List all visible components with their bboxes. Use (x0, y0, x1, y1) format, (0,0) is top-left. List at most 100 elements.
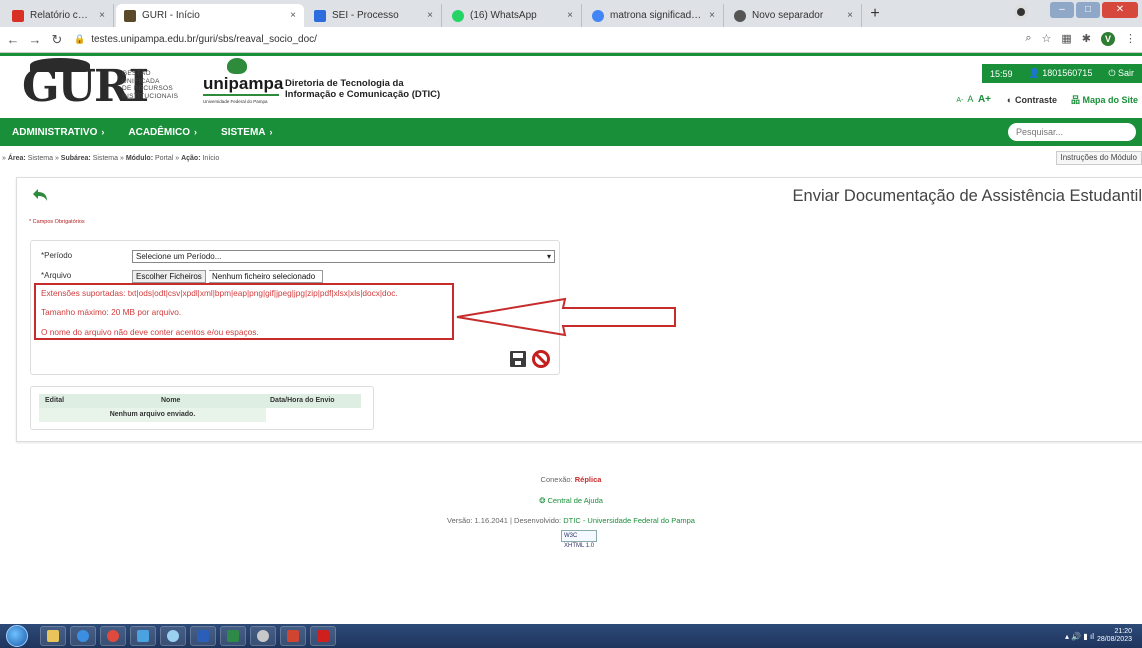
folder-icon (47, 630, 59, 642)
close-icon[interactable]: × (290, 10, 296, 21)
whatsapp-icon (452, 9, 464, 22)
main-menu: ADMINISTRATIVO › ACADÊMICO › SISTEMA › (0, 118, 1142, 146)
taskbar-app9[interactable] (280, 626, 306, 646)
reload-icon[interactable]: ↻ (48, 32, 66, 48)
taskbar-media[interactable] (130, 626, 156, 646)
breadcrumb: » Área: Sistema » Subárea: Sistema » Mód… (2, 155, 220, 162)
start-button[interactable] (6, 625, 28, 647)
back-arrow-icon[interactable]: ← (4, 32, 22, 47)
session-bar: 15:59 👤 1801560715 ⏻ Sair (982, 64, 1142, 83)
taskbar-acrobat[interactable] (310, 626, 336, 646)
font-size-controls: A- A A+ (956, 94, 993, 105)
paint-icon (257, 630, 269, 642)
periodo-label: *Período (41, 251, 73, 260)
cancel-icon[interactable] (532, 350, 550, 368)
maximize-icon[interactable]: □ (1076, 2, 1100, 18)
close-icon[interactable]: × (567, 10, 573, 21)
address-bar-icons: ⌕ ☆ ▦ ✱ V ⋮ (1025, 32, 1136, 46)
column-edital: Edital (45, 397, 65, 404)
puzzle-icon[interactable]: ✱ (1082, 32, 1091, 46)
taskbar-word[interactable] (190, 626, 216, 646)
taskbar-app5[interactable] (160, 626, 186, 646)
forward-arrow-icon[interactable]: → (26, 32, 44, 47)
table-header: Edital Nome Data/Hora do Envio (39, 394, 361, 408)
periodo-select[interactable]: Selecione um Período... ▾ (132, 250, 555, 263)
address-bar: ← → ↻ 🔒 testes.unipampa.edu.br/guri/sbs/… (0, 27, 1142, 53)
url-field[interactable]: 🔒 testes.unipampa.edu.br/guri/sbs/reaval… (74, 34, 317, 45)
browser-tab-relatorio[interactable]: Relatório com as rendas - vanusa × (4, 4, 114, 27)
new-tab-button[interactable]: + (866, 6, 884, 24)
close-icon[interactable]: × (709, 10, 715, 21)
contrast-icon: ◐ (1007, 94, 1015, 105)
required-fields-note: * Campos Obrigatórios (29, 219, 85, 225)
taskbar-paint[interactable] (250, 626, 276, 646)
system-tray-icons[interactable]: ▴ 🔊 ▮ ıl (1065, 632, 1094, 641)
sitemap-icon: 品 (1070, 95, 1083, 105)
browser-tab-sei[interactable]: SEI - Processo × (306, 4, 442, 27)
menu-administrativo[interactable]: ADMINISTRATIVO › (12, 127, 104, 138)
browser-tab-novo[interactable]: Novo separador × (726, 4, 862, 27)
gmail-icon (12, 9, 24, 22)
chevron-right-icon: › (269, 126, 273, 137)
save-icon[interactable] (510, 351, 526, 367)
close-window-icon[interactable]: ✕ (1102, 2, 1138, 18)
font-large-button[interactable]: A+ (978, 94, 991, 105)
user-id[interactable]: 👤 1801560715 (1029, 68, 1093, 79)
back-icon[interactable] (31, 188, 49, 202)
unipampa-logo: unipampa Universidade Federal do Pampa (203, 56, 283, 114)
sitemap-link[interactable]: 品 Mapa do Site (1071, 93, 1138, 106)
dtic-title: Diretoria de Tecnologia da Informação e … (285, 78, 441, 100)
file-status: Nenhum ficheiro selecionado (209, 270, 323, 283)
ie-icon (77, 630, 89, 642)
table-row: Nenhum arquivo enviado. (39, 408, 266, 422)
extension-icon[interactable]: ▦ (1061, 32, 1071, 46)
zoom-icon[interactable]: ⌕ (1025, 32, 1031, 46)
taskbar-explorer[interactable] (40, 626, 66, 646)
google-icon (592, 9, 604, 22)
media-icon (137, 630, 149, 642)
unipampa-tree-icon (227, 58, 247, 74)
menu-academico[interactable]: ACADÊMICO › (128, 127, 197, 138)
font-small-button[interactable]: A- (956, 97, 963, 104)
star-icon[interactable]: ☆ (1042, 32, 1052, 46)
app-icon (287, 630, 299, 642)
developer-link[interactable]: DTIC - Universidade Federal do Pampa (563, 516, 695, 525)
close-icon[interactable]: × (99, 10, 105, 21)
lock-icon: 🔒 (74, 34, 86, 44)
contrast-button[interactable]: ◐ Contraste (1007, 95, 1057, 105)
taskbar: ▴ 🔊 ▮ ıl 21:20 28/08/2023 (0, 624, 1142, 648)
module-instructions-button[interactable]: Instruções do Módulo (1055, 151, 1142, 165)
profile-icon[interactable] (1014, 5, 1028, 19)
pdf-icon (317, 630, 329, 642)
taskbar-chrome[interactable] (100, 626, 126, 646)
site-search-input[interactable] (1008, 123, 1136, 141)
guri-logo-subtitle: GESTÃO UNIFICADA DE RECURSOS INSTITUCION… (122, 70, 179, 100)
w3c-badge[interactable]: W3C XHTML 1.0 (561, 530, 597, 549)
column-data-envio: Data/Hora do Envio (270, 397, 335, 404)
browser-tab-whatsapp[interactable]: (16) WhatsApp × (444, 4, 582, 27)
excel-icon (227, 630, 239, 642)
power-icon: ⏻ (1108, 68, 1118, 78)
column-nome: Nome (161, 397, 181, 404)
font-normal-button[interactable]: A (967, 94, 973, 104)
session-time: 15:59 (990, 68, 1013, 79)
menu-sistema[interactable]: SISTEMA › (221, 127, 272, 138)
annotation-arrow-icon (456, 297, 676, 337)
logout-button[interactable]: ⏻ Sair (1108, 68, 1134, 79)
choose-file-button[interactable]: Escolher Ficheiros (132, 270, 206, 283)
taskbar-excel[interactable] (220, 626, 246, 646)
version-info: Versão: 1.16.2041 | Desenvolvido: DTIC -… (447, 516, 695, 525)
menu-dots-icon[interactable]: ⋮ (1125, 32, 1136, 46)
browser-tab-guri[interactable]: GURI - Início × (116, 4, 304, 27)
taskbar-ie[interactable] (70, 626, 96, 646)
chevron-down-icon: ▾ (546, 252, 551, 261)
close-icon[interactable]: × (427, 10, 433, 21)
chrome-icon (107, 630, 119, 642)
help-center-link[interactable]: ❂ Central de Ajuda (0, 496, 1142, 505)
close-icon[interactable]: × (847, 10, 853, 21)
browser-tab-pesquisa[interactable]: matrona significado - Pesquisa G × (584, 4, 724, 27)
word-icon (197, 630, 209, 642)
profile-avatar[interactable]: V (1101, 32, 1115, 46)
minimize-icon[interactable]: – (1050, 2, 1074, 18)
system-clock[interactable]: 21:20 28/08/2023 (1097, 628, 1132, 644)
